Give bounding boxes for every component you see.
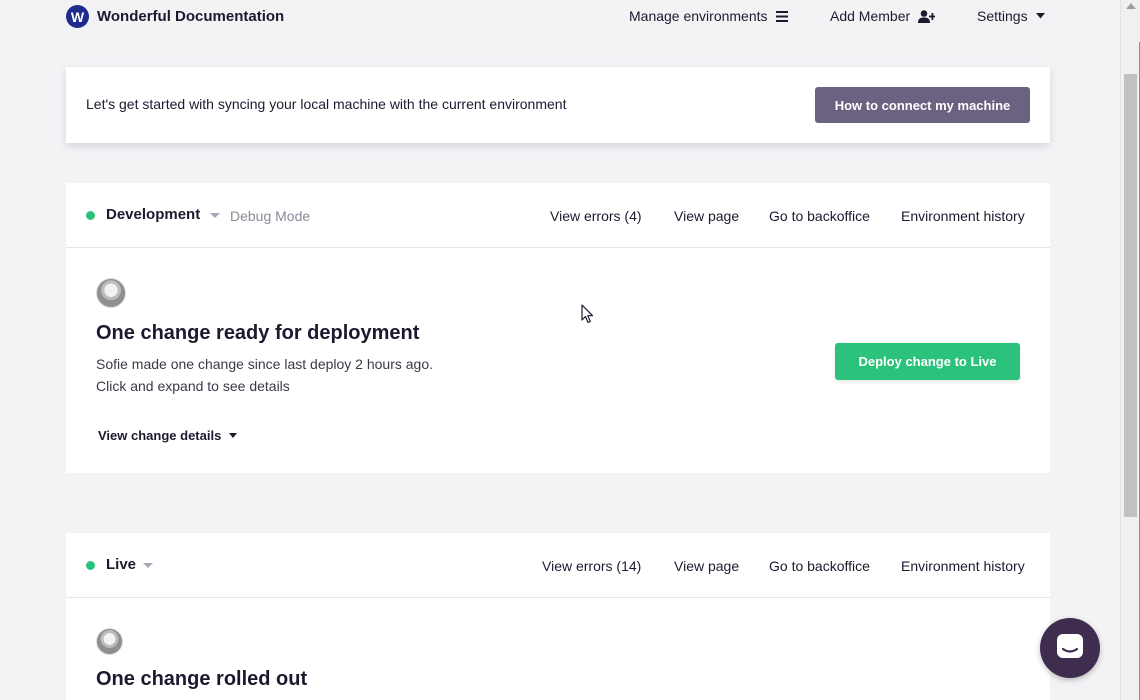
change-title: One change ready for deployment: [96, 322, 420, 344]
change-summary: Sofie made one change since last deploy …: [96, 356, 434, 372]
settings-dropdown[interactable]: Settings: [977, 8, 1045, 24]
view-page-link[interactable]: View page: [674, 558, 739, 574]
getting-started-banner: Let's get started with syncing your loca…: [66, 67, 1050, 143]
view-page-link[interactable]: View page: [674, 208, 739, 224]
vertical-scrollbar[interactable]: [1120, 0, 1140, 700]
brand[interactable]: W Wonderful Documentation: [66, 5, 284, 28]
live-environment-header: Live View errors (14) View page Go to ba…: [66, 533, 1050, 598]
avatar: [96, 278, 126, 308]
hamburger-menu-icon: [775, 10, 788, 22]
mouse-cursor-icon: [581, 304, 595, 329]
chat-icon: [1056, 633, 1084, 664]
banner-text: Let's get started with syncing your loca…: [86, 96, 567, 112]
manage-environments-button[interactable]: Manage environments: [629, 8, 788, 24]
view-change-details-toggle[interactable]: View change details: [98, 428, 238, 443]
deploy-to-live-button[interactable]: Deploy change to Live: [835, 343, 1020, 380]
settings-label: Settings: [977, 8, 1028, 24]
environment-mode: Debug Mode: [230, 208, 311, 224]
caret-down-icon: [1035, 13, 1045, 19]
change-title: One change rolled out: [96, 668, 308, 690]
add-member-button[interactable]: Add Member: [830, 8, 936, 24]
environment-name[interactable]: Development: [106, 206, 200, 223]
scrollbar-thumb[interactable]: [1124, 74, 1137, 517]
development-environment-header: Development Debug Mode View errors (4) V…: [66, 183, 1050, 248]
brand-name: Wonderful Documentation: [97, 8, 285, 25]
development-environment-card[interactable]: One change ready for deployment Sofie ma…: [66, 248, 1050, 473]
status-dot: [86, 561, 95, 570]
view-errors-link[interactable]: View errors (14): [542, 558, 641, 574]
environment-history-link[interactable]: Environment history: [901, 208, 1025, 224]
connect-machine-button[interactable]: How to connect my machine: [815, 87, 1030, 123]
scroll-up-arrow-icon[interactable]: [1126, 3, 1136, 9]
chat-launcher-button[interactable]: [1040, 618, 1100, 678]
go-to-backoffice-link[interactable]: Go to backoffice: [769, 558, 870, 574]
view-change-details-label: View change details: [98, 428, 222, 443]
environment-history-link[interactable]: Environment history: [901, 558, 1025, 574]
go-to-backoffice-link[interactable]: Go to backoffice: [769, 208, 870, 224]
status-dot: [86, 211, 95, 220]
change-hint: Click and expand to see details: [96, 378, 290, 394]
top-navigation: W Wonderful Documentation Manage environ…: [0, 0, 1120, 32]
environment-dropdown-caret-icon[interactable]: [210, 213, 220, 218]
add-user-icon: [918, 9, 936, 23]
avatar: [96, 628, 123, 655]
view-errors-link[interactable]: View errors (4): [550, 208, 642, 224]
live-environment-card[interactable]: One change rolled out: [66, 598, 1050, 700]
add-member-label: Add Member: [830, 8, 911, 24]
brand-logo: W: [66, 5, 89, 28]
environment-name[interactable]: Live: [106, 556, 136, 573]
caret-down-icon: [229, 433, 238, 438]
environment-dropdown-caret-icon[interactable]: [143, 563, 153, 568]
manage-environments-label: Manage environments: [629, 8, 768, 24]
